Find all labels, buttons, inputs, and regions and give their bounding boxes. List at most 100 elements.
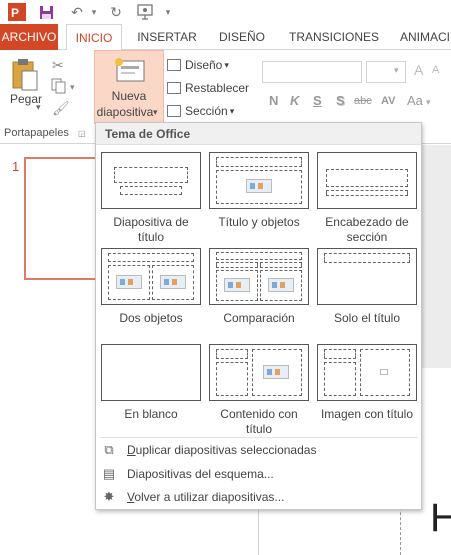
- chevron-down-icon: ▾: [224, 59, 229, 70]
- layout-imagen-titulo[interactable]: Imagen con título: [312, 315, 417, 421]
- redo-icon[interactable]: ↻: [106, 2, 126, 22]
- menu-item-label: Volver a utilizar diapositivas...: [127, 490, 285, 504]
- reuse-slides-item[interactable]: ✸ Volver a utilizar diapositivas...: [96, 486, 421, 508]
- content-icons: [160, 275, 186, 289]
- text-placeholder: [326, 190, 408, 196]
- change-case-button[interactable]: Aa: [407, 93, 423, 108]
- shadow-button[interactable]: S: [336, 93, 345, 108]
- layout-thumbnail: [209, 152, 309, 209]
- slide-thumbnail[interactable]: [24, 157, 100, 280]
- layout-label: Diseño: [185, 58, 223, 72]
- title-placeholder: [324, 349, 356, 359]
- layout-thumbnail: [317, 344, 417, 401]
- shrink-font-icon[interactable]: A: [432, 64, 439, 76]
- new-slide-layout-dropdown: Tema de Office Diapositiva de título Títu…: [95, 122, 422, 510]
- present-from-beginning-icon[interactable]: [134, 2, 156, 22]
- chevron-down-icon[interactable]: ▾: [36, 102, 41, 113]
- dialog-launcher-icon[interactable]: ◲: [78, 129, 86, 138]
- content-icons: [263, 365, 289, 379]
- section-icon: [167, 105, 181, 117]
- tab-animaciones[interactable]: ANIMACI: [392, 24, 451, 50]
- grow-font-icon[interactable]: A: [414, 62, 423, 78]
- customize-toolbar-icon[interactable]: ▾: [162, 2, 174, 22]
- reset-label: Restablecer: [185, 81, 250, 95]
- strikethrough-button[interactable]: abc: [354, 95, 372, 107]
- text-placeholder: [216, 362, 248, 396]
- chevron-down-icon[interactable]: ▾: [426, 97, 431, 108]
- picture-icon: [380, 369, 388, 375]
- content-icons: [268, 278, 294, 292]
- tab-transiciones[interactable]: TRANSICIONES: [282, 24, 386, 50]
- reset-button[interactable]: Restablecer: [167, 78, 249, 98]
- layout-icon: [167, 59, 181, 71]
- content-icons: [116, 275, 142, 289]
- section-button[interactable]: Sección ▾: [167, 101, 234, 121]
- section-label: Sección: [185, 104, 228, 118]
- title-placeholder: [216, 349, 248, 359]
- powerpoint-icon: P: [6, 2, 28, 22]
- chevron-down-icon: ▾: [153, 107, 158, 117]
- cut-icon[interactable]: ✂: [52, 57, 64, 74]
- format-painter-icon[interactable]: 🖌: [52, 100, 70, 117]
- menu-item-label: Duplicar diapositivas seleccionadas: [127, 443, 317, 457]
- reset-icon: [167, 82, 181, 94]
- title-placeholder: [216, 252, 302, 260]
- layout-thumbnail: [317, 152, 417, 209]
- layout-contenido-titulo[interactable]: Contenido con título: [204, 315, 309, 436]
- new-slide-label-line1: Nueva: [111, 89, 147, 103]
- title-placeholder: [216, 157, 302, 167]
- layout-diapositiva-titulo[interactable]: Diapositiva de título: [96, 123, 201, 244]
- tab-insertar[interactable]: INSERTAR: [130, 24, 204, 50]
- italic-button[interactable]: K: [290, 93, 299, 108]
- title-placeholder: [114, 167, 188, 183]
- layout-en-blanco[interactable]: En blanco: [96, 315, 201, 421]
- tab-inicio[interactable]: INICIO: [66, 24, 122, 51]
- copy-dropdown-icon[interactable]: ▾: [70, 82, 75, 93]
- layout-thumbnail: [101, 248, 201, 305]
- chevron-down-icon[interactable]: ▾: [394, 65, 399, 76]
- font-name-box[interactable]: [262, 61, 362, 83]
- layout-caption: Imagen con título: [320, 407, 414, 421]
- layout-thumbnail: [317, 248, 417, 305]
- underline-button[interactable]: S: [313, 93, 322, 108]
- content-icons: [224, 278, 250, 292]
- layout-comparacion[interactable]: Comparación: [204, 219, 309, 325]
- new-slide-button[interactable]: Nueva diapositiva ▾: [94, 50, 164, 124]
- layout-encabezado-seccion[interactable]: Encabezado de sección: [312, 123, 417, 244]
- svg-text:P: P: [11, 6, 19, 20]
- character-spacing-button[interactable]: AV: [381, 95, 395, 107]
- duplicate-slides-icon: ⧉: [104, 442, 114, 457]
- tab-archivo[interactable]: ARCHIVO: [0, 24, 58, 50]
- heading-placeholder: [216, 262, 258, 268]
- quick-access-toolbar: P ↶ ▾ ↻ ▾: [0, 0, 451, 24]
- layout-caption: En blanco: [124, 407, 178, 421]
- font-size-box[interactable]: [366, 61, 406, 83]
- heading-placeholder: [260, 262, 302, 268]
- text-placeholder: [324, 362, 356, 396]
- tab-diseno[interactable]: DISEÑO: [212, 24, 272, 50]
- menu-item-label: Diapositivas del esquema...: [127, 467, 274, 481]
- paste-icon[interactable]: [10, 58, 40, 92]
- layout-titulo-objetos[interactable]: Título y objetos: [204, 123, 309, 229]
- title-placeholder: [326, 169, 408, 187]
- clipboard-group-label: Portapapeles: [4, 127, 69, 139]
- outline-slides-item[interactable]: ▤ Diapositivas del esquema...: [96, 463, 421, 485]
- new-slide-icon: [114, 57, 146, 85]
- layout-dos-objetos[interactable]: Dos objetos: [96, 219, 201, 325]
- outline-slides-icon: ▤: [102, 466, 116, 481]
- layout-button[interactable]: Diseño ▾: [167, 55, 229, 75]
- layout-solo-titulo[interactable]: Solo el título: [312, 219, 417, 325]
- slide-number: 1: [12, 159, 20, 174]
- layout-thumbnail: [209, 344, 309, 401]
- layout-thumbnail: [209, 248, 309, 305]
- title-placeholder: [108, 253, 194, 262]
- duplicate-slides-item[interactable]: ⧉ Duplicar diapositivas seleccionadas: [96, 439, 421, 461]
- menu-separator: [100, 437, 418, 438]
- undo-dropdown-icon[interactable]: ▾: [88, 2, 100, 22]
- undo-icon[interactable]: ↶: [66, 2, 88, 22]
- bold-button[interactable]: N: [269, 93, 278, 108]
- save-icon[interactable]: [36, 2, 56, 22]
- copy-icon[interactable]: [51, 78, 67, 94]
- layout-thumbnail: [101, 344, 201, 401]
- new-slide-label-line2: diapositiva: [96, 105, 154, 119]
